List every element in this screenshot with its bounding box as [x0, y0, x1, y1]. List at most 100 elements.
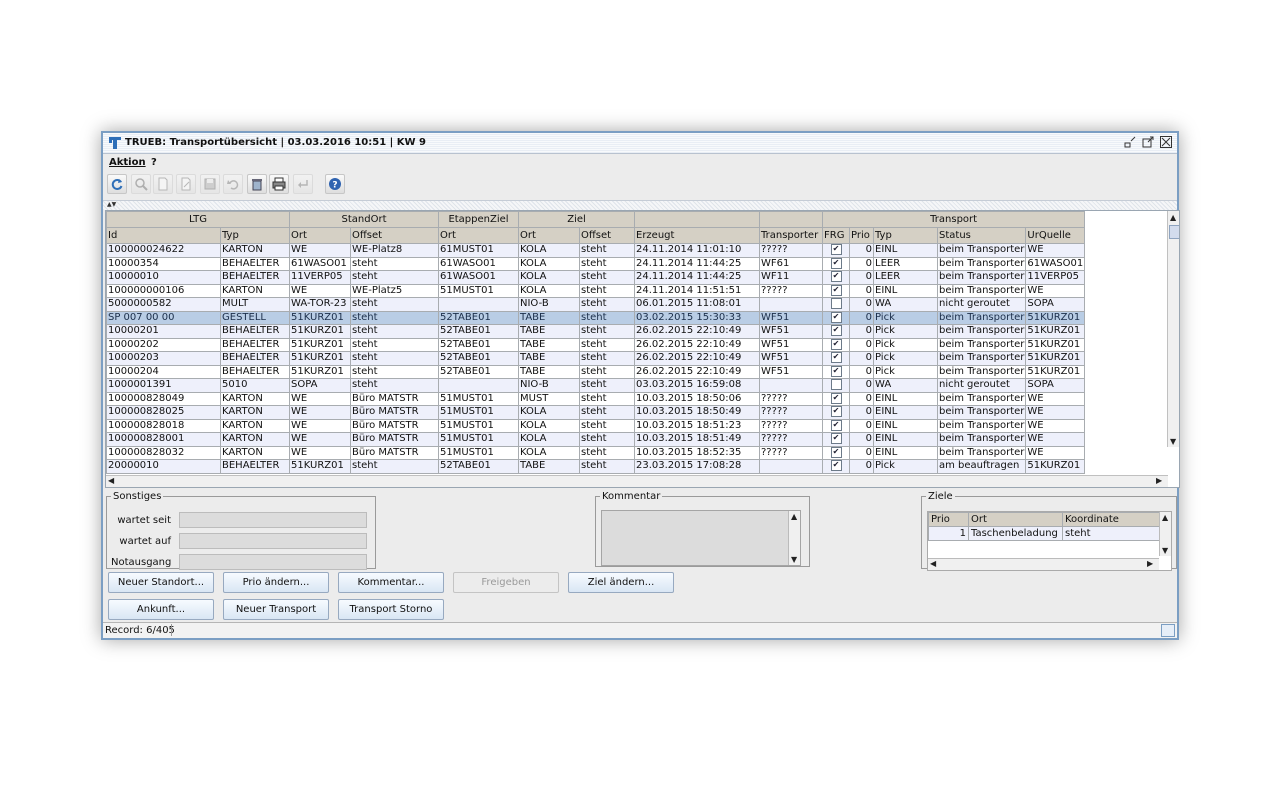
table-row[interactable]: SP 007 00 00 GESTELL 51KURZ01 steht 52TABE01…: [106, 310, 1086, 325]
frg-checkbox[interactable]: ✔: [830, 460, 842, 471]
column-header-erzeugt[interactable]: Erzeugt: [634, 227, 760, 244]
transport-storno-button[interactable]: Transport Storno: [338, 599, 444, 620]
table-row[interactable]: 100000828032 KARTON WE Büro MATSTR 51MUST01 K…: [106, 445, 1086, 460]
cell-frg[interactable]: ✔: [822, 310, 850, 325]
scroll-thumb[interactable]: [1169, 225, 1179, 239]
ziele-horizontal-scrollbar[interactable]: ◀ ▶: [928, 558, 1159, 570]
group-header-standort[interactable]: StandOrt: [289, 211, 439, 228]
kommentar-scrollbar[interactable]: ▲ ▼: [788, 511, 800, 565]
title-bar[interactable]: TRUEB: Transportübersicht | 03.03.2016 1…: [103, 133, 1177, 154]
menu-aktion[interactable]: Aktion: [109, 157, 146, 168]
cell-frg[interactable]: ✔: [822, 283, 850, 298]
table-row[interactable]: 10000203 BEHAELTER 51KURZ01 steht 52TABE01 TA…: [106, 351, 1086, 366]
table-row[interactable]: 100000828001 KARTON WE Büro MATSTR 51MUST01 K…: [106, 432, 1086, 447]
ankunft-button[interactable]: Ankunft...: [108, 599, 214, 620]
print-button[interactable]: [269, 174, 289, 194]
frg-checkbox[interactable]: ✔: [830, 352, 842, 363]
help-button[interactable]: ?: [325, 174, 345, 194]
freigeben-button[interactable]: Freigeben: [453, 572, 559, 593]
kommentar-scroll-down-icon[interactable]: ▼: [791, 555, 797, 564]
table-row[interactable]: 100000024622 KARTON WE WE-Platz8 61MUST01 KOL…: [106, 243, 1086, 258]
delete-button[interactable]: [247, 174, 267, 194]
column-header-standort-offset[interactable]: Offset: [350, 227, 439, 244]
kommentar-scroll-up-icon[interactable]: ▲: [791, 512, 797, 521]
cell-frg[interactable]: ✔: [822, 256, 850, 271]
zoom-button[interactable]: [131, 174, 151, 194]
group-header-ltg[interactable]: LTG: [106, 211, 290, 228]
frg-checkbox[interactable]: ✔: [830, 257, 842, 269]
frg-checkbox[interactable]: ✔: [830, 325, 842, 336]
cell-frg[interactable]: ✔: [822, 391, 850, 406]
frg-checkbox[interactable]: ✔: [830, 271, 842, 282]
column-header-standort-ort[interactable]: Ort: [289, 227, 351, 244]
neuer-transport-button[interactable]: Neuer Transport: [223, 599, 329, 620]
frg-checkbox[interactable]: ✔: [830, 311, 842, 323]
menu-help[interactable]: ?: [151, 157, 157, 168]
table-row[interactable]: 100000828025 KARTON WE Büro MATSTR 51MUST01 K…: [106, 405, 1086, 420]
ziel-aendern-button[interactable]: Ziel ändern...: [568, 572, 674, 593]
table-row[interactable]: 10000204 BEHAELTER 51KURZ01 steht 52TABE01 TA…: [106, 364, 1086, 379]
table-row[interactable]: 10000354 BEHAELTER 61WASO01 steht 61WASO01 KO…: [106, 256, 1086, 271]
save-button[interactable]: [200, 174, 220, 194]
table-row[interactable]: 10000010 BEHAELTER 11VERP05 steht 61WASO01 KO…: [106, 270, 1086, 285]
table-vertical-scrollbar[interactable]: ▲ ▼: [1167, 211, 1179, 447]
scroll-left-icon[interactable]: ◀: [108, 476, 114, 485]
table-horizontal-scrollbar[interactable]: ◀ ▶: [106, 475, 1168, 487]
group-header-transport[interactable]: Transport: [821, 211, 1086, 228]
wartet-auf-field[interactable]: [179, 533, 367, 549]
resize-grip-icon[interactable]: [1161, 624, 1175, 637]
ziele-row[interactable]: 1 Taschenbeladung steht: [928, 526, 1160, 541]
ziele-column-ort[interactable]: Ort: [968, 512, 1063, 527]
ziele-vertical-scrollbar[interactable]: ▲ ▼: [1159, 512, 1171, 556]
frg-checkbox[interactable]: ✔: [830, 406, 842, 417]
cell-frg[interactable]: [822, 378, 850, 393]
cell-frg[interactable]: ✔: [822, 405, 850, 420]
notausgang-field[interactable]: [179, 554, 367, 570]
ziele-scroll-down-icon[interactable]: ▼: [1162, 546, 1168, 555]
frg-checkbox[interactable]: ✔: [830, 419, 842, 431]
new-document-button[interactable]: [153, 174, 173, 194]
splitter-bar[interactable]: ▲▼: [103, 200, 1177, 210]
group-header-ziel[interactable]: Ziel: [518, 211, 635, 228]
cell-frg[interactable]: ✔: [822, 351, 850, 366]
cell-frg[interactable]: ✔: [822, 364, 850, 379]
cell-frg[interactable]: ✔: [822, 432, 850, 447]
frg-checkbox[interactable]: [830, 298, 842, 309]
column-header-ziel-offset[interactable]: Offset: [579, 227, 635, 244]
frg-checkbox[interactable]: [830, 379, 842, 390]
cell-frg[interactable]: ✔: [822, 445, 850, 460]
column-header-etappenziel-ort[interactable]: Ort: [438, 227, 519, 244]
table-row[interactable]: 100000000106 KARTON WE WE-Platz5 51MUST01 KOL…: [106, 283, 1086, 298]
column-header-id[interactable]: Id: [106, 227, 221, 244]
column-header-transport-typ[interactable]: Typ: [873, 227, 938, 244]
group-header-etappenziel[interactable]: EtappenZiel: [438, 211, 519, 228]
frg-checkbox[interactable]: ✔: [830, 244, 842, 255]
scroll-up-icon[interactable]: ▲: [1170, 213, 1176, 222]
neuer-standort-button[interactable]: Neuer Standort...: [108, 572, 214, 593]
table-row[interactable]: 100000828018 KARTON WE Büro MATSTR 51MUST01 K…: [106, 418, 1086, 433]
column-header-frg[interactable]: FRG: [822, 227, 850, 244]
table-row[interactable]: 1000001391 5010 SOPA steht NIO-B steht 03.03.2…: [106, 378, 1086, 393]
table-row[interactable]: 20000010 BEHAELTER 51KURZ01 steht 52TABE01 TA…: [106, 459, 1086, 474]
table-row[interactable]: 5000000582 MULT WA-TOR-23 steht NIO-B steht 06…: [106, 297, 1086, 312]
column-header-prio[interactable]: Prio: [849, 227, 874, 244]
cell-frg[interactable]: ✔: [822, 243, 850, 258]
cell-frg[interactable]: ✔: [822, 324, 850, 339]
frg-checkbox[interactable]: ✔: [830, 284, 842, 296]
cell-frg[interactable]: [822, 297, 850, 312]
refresh-button[interactable]: [107, 174, 127, 194]
frg-checkbox[interactable]: ✔: [830, 338, 842, 350]
collapse-arrows-icon[interactable]: ▲▼: [107, 201, 116, 209]
cell-frg[interactable]: ✔: [822, 270, 850, 285]
wartet-seit-field[interactable]: [179, 512, 367, 528]
frg-checkbox[interactable]: ✔: [830, 392, 842, 404]
frg-checkbox[interactable]: ✔: [830, 446, 842, 458]
column-header-typ[interactable]: Typ: [220, 227, 290, 244]
table-row[interactable]: 100000828049 KARTON WE Büro MATSTR 51MUST01 M…: [106, 391, 1086, 406]
column-header-transporter[interactable]: Transporter: [759, 227, 823, 244]
ziele-scroll-left-icon[interactable]: ◀: [930, 559, 936, 568]
cell-frg[interactable]: ✔: [822, 418, 850, 433]
maximize-icon[interactable]: [1141, 135, 1155, 149]
kommentar-button[interactable]: Kommentar...: [338, 572, 444, 593]
table-row[interactable]: 10000201 BEHAELTER 51KURZ01 steht 52TABE01 TA…: [106, 324, 1086, 339]
